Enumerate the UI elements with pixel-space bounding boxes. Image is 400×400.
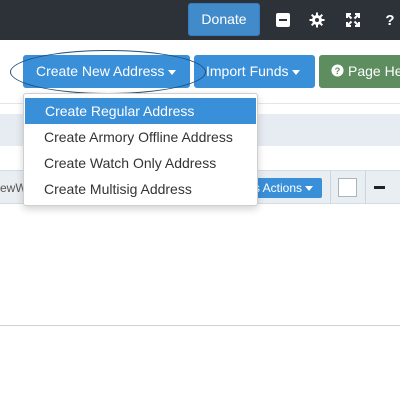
caret-down-icon — [292, 69, 301, 75]
highlight-ellipse — [10, 50, 206, 94]
create-address-dropdown: Create Regular Address Create Armory Off… — [23, 93, 258, 206]
column-divider — [330, 171, 331, 205]
menu-item-create-watch-only-address[interactable]: Create Watch Only Address — [24, 150, 257, 176]
select-all-checkbox[interactable] — [338, 178, 357, 197]
column-divider — [365, 171, 366, 205]
minus-icon[interactable] — [374, 186, 385, 189]
help-icon[interactable]: ? — [381, 11, 399, 29]
import-funds-label: Import Funds — [206, 63, 289, 79]
wallet-actions-label: s Actions — [254, 181, 303, 195]
donate-button[interactable]: Donate — [188, 3, 260, 36]
help-circle-icon: ? — [331, 56, 344, 88]
menu-item-create-multisig-address[interactable]: Create Multisig Address — [24, 176, 257, 202]
svg-text:?: ? — [335, 66, 341, 76]
page-help-button[interactable]: ? Page He — [319, 55, 400, 88]
menu-item-create-armory-offline-address[interactable]: Create Armory Offline Address — [24, 124, 257, 150]
expand-icon[interactable] — [344, 11, 362, 29]
wallet-grid-body — [0, 204, 400, 326]
minimize-icon[interactable] — [274, 11, 292, 29]
menu-item-create-regular-address[interactable]: Create Regular Address — [25, 98, 256, 124]
top-bar: Donate ? — [0, 0, 400, 40]
page-help-label: Page He — [348, 63, 400, 79]
gear-icon[interactable] — [308, 11, 326, 29]
wallet-actions-button[interactable]: s Actions — [250, 178, 322, 198]
caret-down-icon — [305, 186, 314, 192]
import-funds-button[interactable]: Import Funds — [194, 55, 315, 88]
